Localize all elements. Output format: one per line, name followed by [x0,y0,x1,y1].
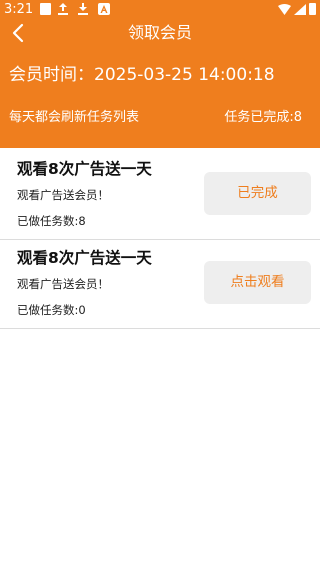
watch-ad-button[interactable]: 点击观看 [204,261,311,304]
task-title: 观看8次广告送一天 [17,160,152,178]
wifi-icon [278,4,291,15]
membership-time: 会员时间：2025-03-25 14:00:18 [9,65,275,85]
a-app-icon [98,3,110,15]
status-bar: 3:21 [0,0,320,20]
completed-button[interactable]: 已完成 [204,172,311,215]
status-time: 3:21 [4,2,34,17]
task-card: 观看8次广告送一天 观看广告送会员！ 已做任务数:0 点击观看 [0,241,320,329]
task-done-count: 已做任务数:8 [17,214,86,228]
task-description: 观看广告送会员！ [17,188,109,202]
task-description: 观看广告送会员！ [17,277,109,291]
page-title: 领取会员 [127,23,192,42]
battery-icon [309,3,316,15]
tasks-completed-count: 任务已完成:8 [224,110,302,125]
refresh-note: 每天都会刷新任务列表 [9,110,140,125]
signal-icon [294,4,306,15]
download-icon [78,3,88,15]
square-notification-icon [40,3,51,15]
task-done-count: 已做任务数:0 [17,303,86,317]
task-card: 观看8次广告送一天 观看广告送会员！ 已做任务数:8 已完成 [0,152,320,240]
task-title: 观看8次广告送一天 [17,249,152,267]
header-bar: 3:21 领取会员 会员时间：2025-03-25 14:00:18 每天都会刷… [0,0,320,148]
upload-icon [58,3,68,15]
